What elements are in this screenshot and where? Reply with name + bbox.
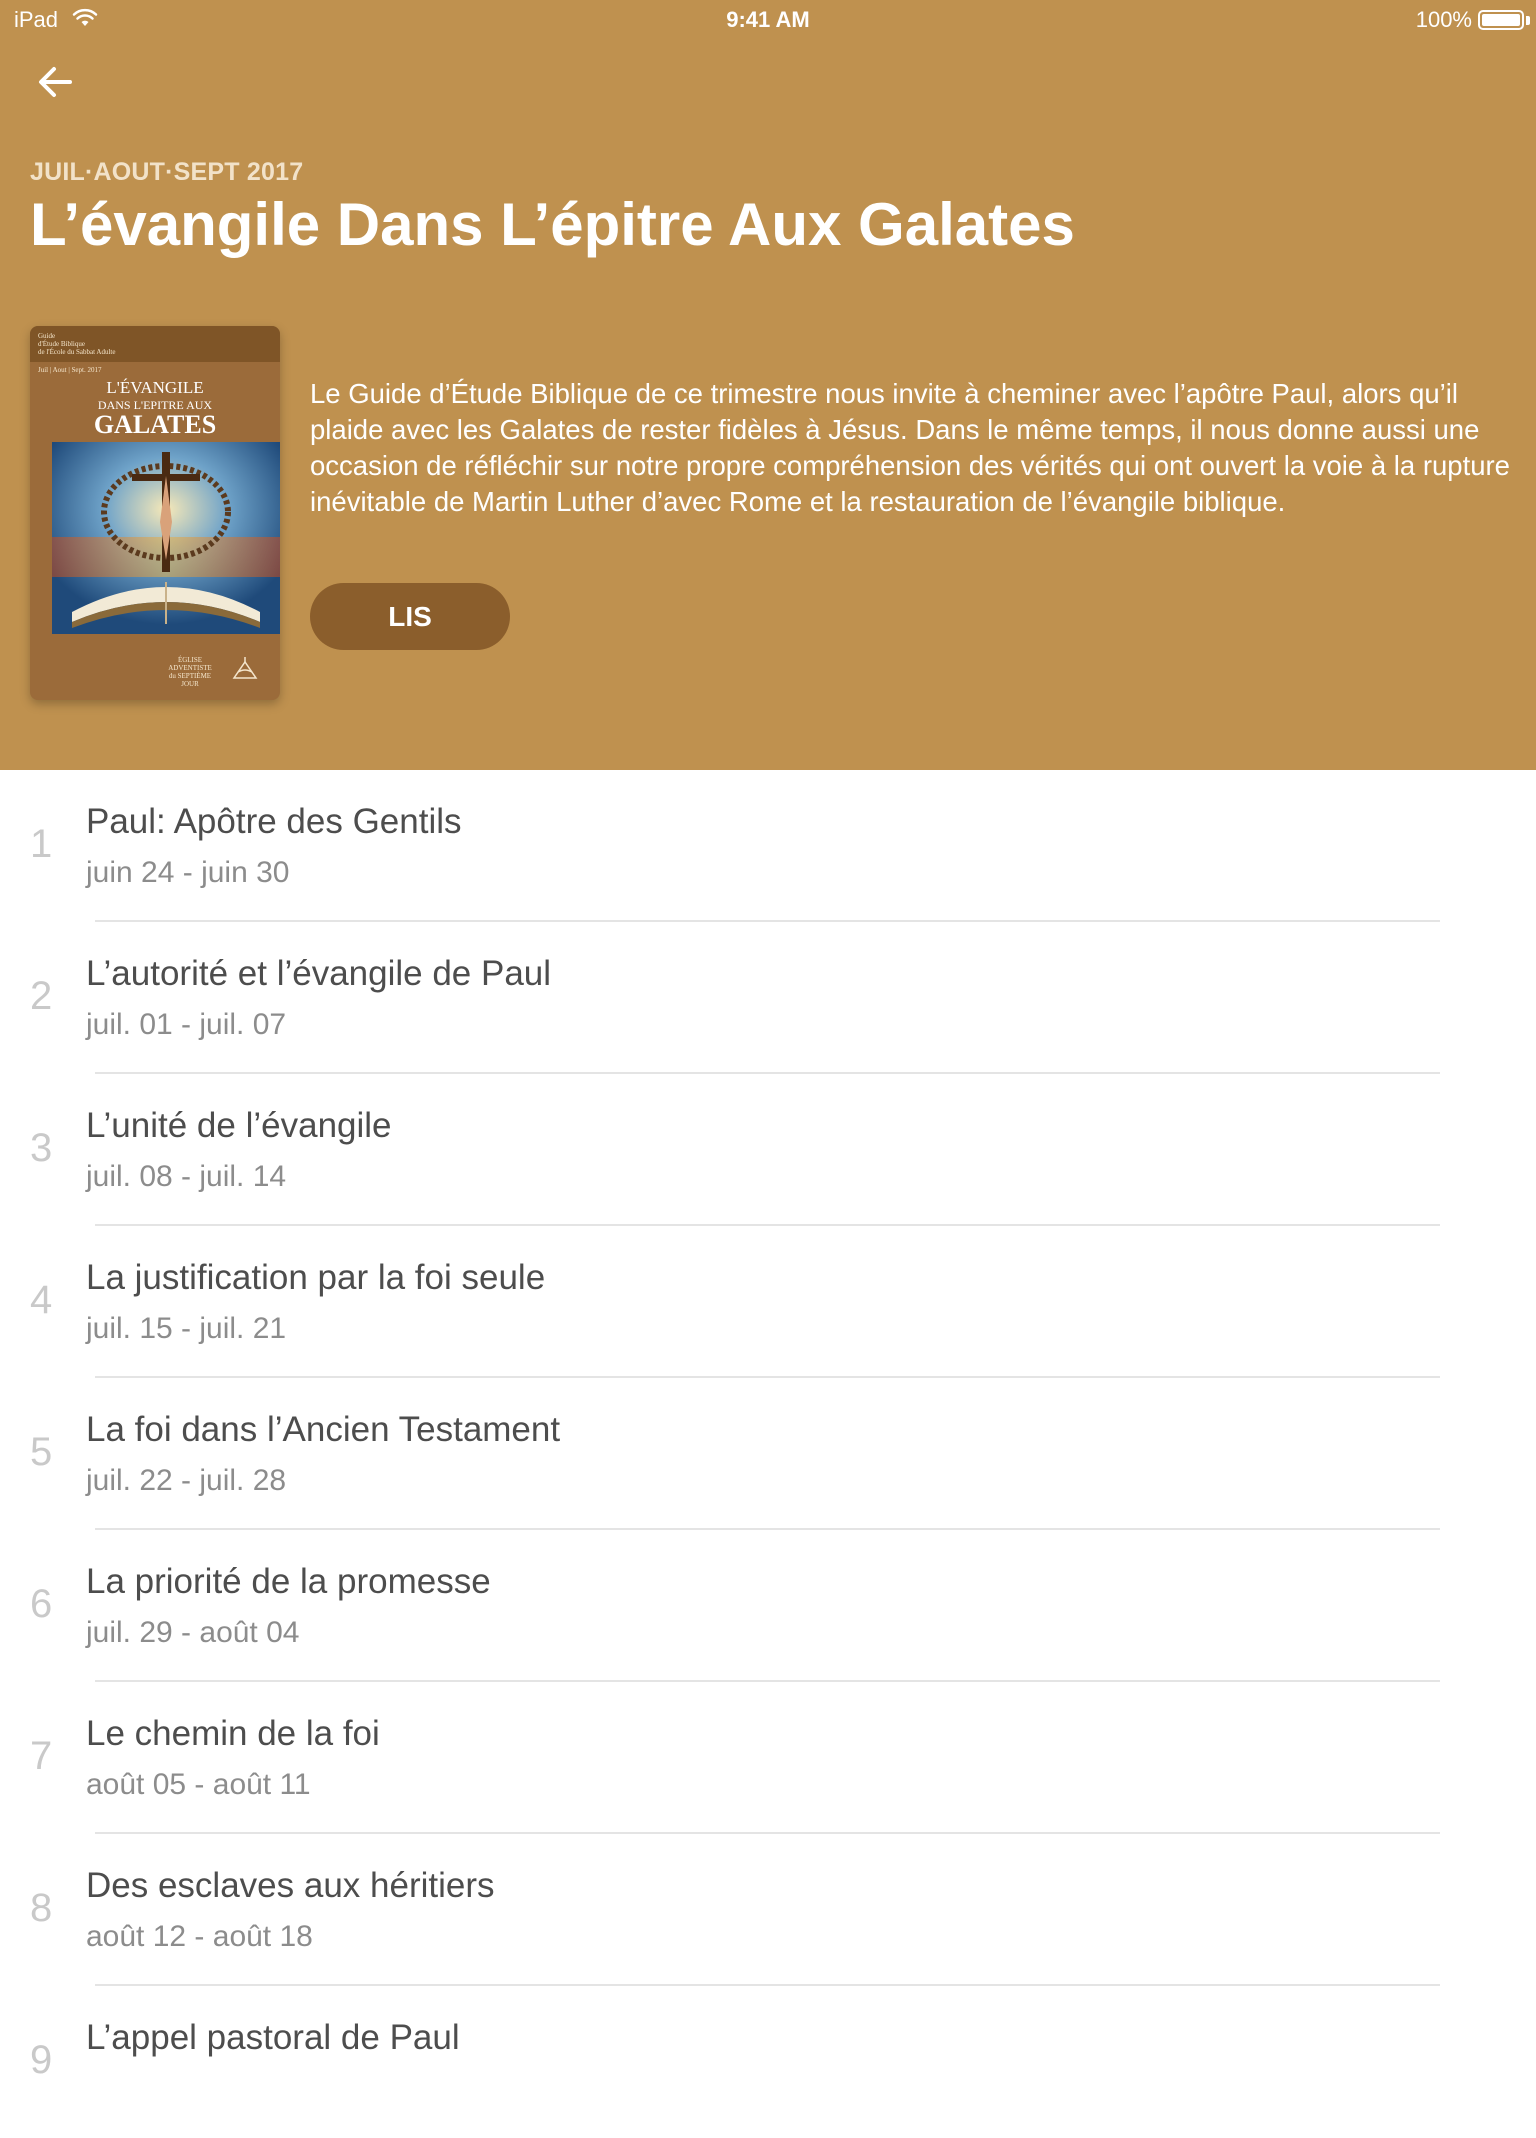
cover-main-title: GALATES bbox=[93, 410, 217, 439]
publisher-label: ÉGLISE ADVENTISTE du SEPTIÈME JOUR bbox=[160, 656, 220, 688]
quarterly-cover-image[interactable]: Guide d'Étude Biblique de l'École du Sab… bbox=[30, 326, 280, 700]
battery-percentage: 100% bbox=[1415, 7, 1472, 32]
lesson-number: 8 bbox=[30, 1886, 53, 1930]
lesson-item[interactable]: 2 L’autorité et l’évangile de Paul juil.… bbox=[0, 922, 1536, 1074]
lesson-title: Paul: Apôtre des Gentils bbox=[86, 802, 462, 841]
lesson-title: L’appel pastoral de Paul bbox=[86, 2018, 460, 2057]
cover-text: Juil | Aout | Sept. 2017 bbox=[38, 366, 102, 374]
church-logo-icon bbox=[232, 657, 258, 679]
read-button[interactable]: LIS bbox=[310, 583, 510, 650]
lesson-list: 1 Paul: Apôtre des Gentils juin 24 - jui… bbox=[0, 770, 1536, 2138]
lesson-dates: août 05 - août 11 bbox=[86, 1768, 311, 1801]
status-bar: iPad 9:41 AM 100% bbox=[0, 0, 1536, 40]
lesson-item[interactable]: 8 Des esclaves aux héritiers août 12 - a… bbox=[0, 1834, 1536, 1986]
lesson-item[interactable]: 1 Paul: Apôtre des Gentils juin 24 - jui… bbox=[0, 770, 1536, 922]
page-title: L’évangile Dans L’épitre Aux Galates bbox=[30, 191, 1075, 258]
lesson-title: L’autorité et l’évangile de Paul bbox=[86, 954, 552, 993]
lesson-dates: juil. 08 - juil. 14 bbox=[86, 1160, 287, 1193]
lesson-title: La priorité de la promesse bbox=[86, 1562, 491, 1601]
lesson-item[interactable]: 7 Le chemin de la foi août 05 - août 11 bbox=[0, 1682, 1536, 1834]
clock: 9:41 AM bbox=[726, 7, 810, 32]
lesson-number: 2 bbox=[30, 974, 53, 1018]
quarterly-description: Le Guide d’Étude Biblique de ce trimestr… bbox=[310, 378, 1510, 517]
lesson-number: 7 bbox=[30, 1734, 53, 1778]
cover-text: de l'École du Sabbat Adulte bbox=[38, 348, 116, 356]
quarter-label: JUIL·AOUT·SEPT 2017 bbox=[30, 158, 304, 186]
battery-tip bbox=[1526, 16, 1530, 25]
lesson-number: 9 bbox=[30, 2038, 53, 2082]
lesson-number: 1 bbox=[30, 822, 53, 866]
back-arrow-icon[interactable] bbox=[30, 58, 80, 108]
lesson-dates: août 12 - août 18 bbox=[86, 1920, 313, 1953]
lesson-item[interactable]: 6 La priorité de la promesse juil. 29 - … bbox=[0, 1530, 1536, 1682]
lesson-number: 5 bbox=[30, 1430, 53, 1474]
publisher-line: ÉGLISE bbox=[177, 656, 203, 664]
lesson-title: La justification par la foi seule bbox=[86, 1258, 546, 1297]
lesson-number: 3 bbox=[30, 1126, 53, 1170]
crucifixion-artwork bbox=[52, 442, 280, 634]
lesson-item[interactable]: 3 L’unité de l’évangile juil. 08 - juil.… bbox=[0, 1074, 1536, 1226]
lesson-number: 4 bbox=[30, 1278, 53, 1322]
lesson-number: 6 bbox=[30, 1582, 53, 1626]
cover-title: L'ÉVANGILE bbox=[106, 378, 204, 397]
publisher-line: ADVENTISTE bbox=[168, 664, 212, 672]
lesson-dates: juil. 15 - juil. 21 bbox=[86, 1312, 287, 1345]
lesson-item[interactable]: 4 La justification par la foi seule juil… bbox=[0, 1226, 1536, 1378]
lesson-item[interactable]: 9 L’appel pastoral de Paul bbox=[0, 1986, 1536, 2138]
lesson-dates: juil. 22 - juil. 28 bbox=[86, 1464, 287, 1497]
battery-icon bbox=[1478, 10, 1524, 30]
quarterly-header: iPad 9:41 AM 100% JUIL·AOUT·SEPT 2017 L’… bbox=[0, 0, 1536, 770]
lesson-dates: juil. 29 - août 04 bbox=[86, 1616, 300, 1649]
lesson-dates: juin 24 - juin 30 bbox=[86, 856, 290, 889]
publisher-line: du SEPTIÈME JOUR bbox=[168, 672, 212, 688]
lesson-title: Des esclaves aux héritiers bbox=[86, 1866, 495, 1905]
lesson-dates: juil. 01 - juil. 07 bbox=[86, 1008, 287, 1041]
lesson-title: La foi dans l’Ancien Testament bbox=[86, 1410, 561, 1449]
lesson-item[interactable]: 5 La foi dans l’Ancien Testament juil. 2… bbox=[0, 1378, 1536, 1530]
lesson-title: L’unité de l’évangile bbox=[86, 1106, 392, 1145]
lesson-title: Le chemin de la foi bbox=[86, 1714, 380, 1753]
